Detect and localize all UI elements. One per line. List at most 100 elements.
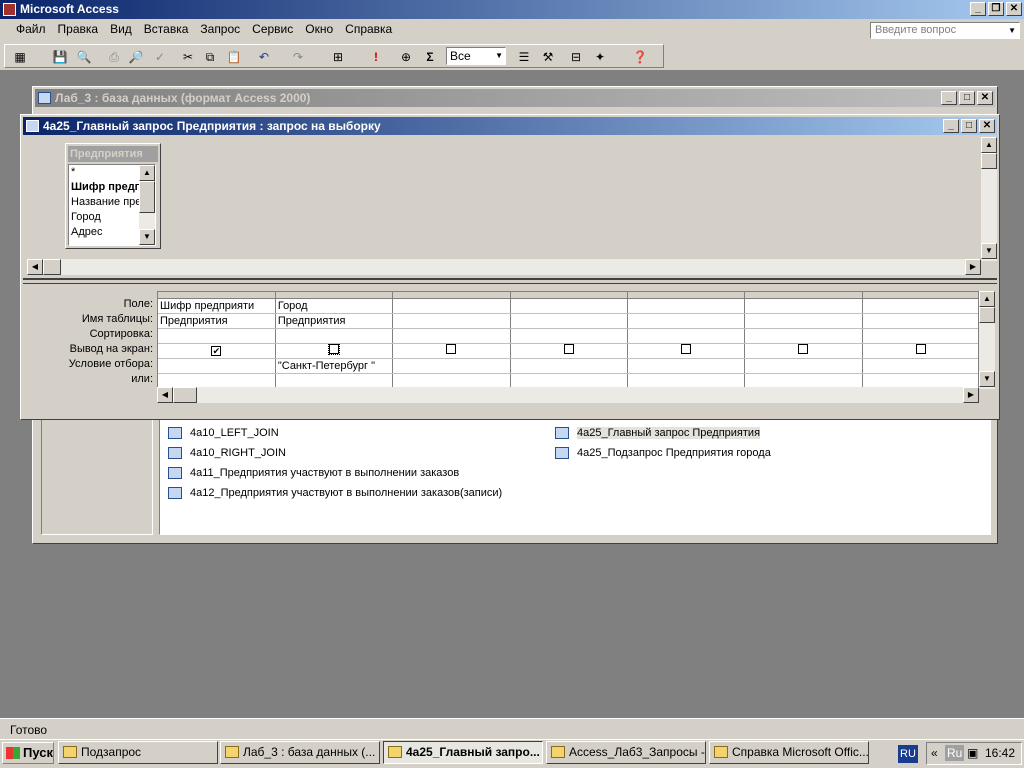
scroll-down-icon[interactable]: ▼ xyxy=(139,229,155,245)
show-checkbox[interactable] xyxy=(563,344,574,354)
grid-cell-field[interactable] xyxy=(744,298,863,314)
field-list-window[interactable]: Предприятия *Шифр предприятияНазвание пр… xyxy=(65,143,161,249)
tray-language[interactable]: Ru xyxy=(945,745,965,761)
grid-cell-criteria[interactable] xyxy=(862,358,978,374)
grid-cell-or[interactable] xyxy=(627,373,746,388)
list-item[interactable]: 4a11_Предприятия участвуют в выполнении … xyxy=(168,464,548,484)
chevron-down-icon[interactable]: ▼ xyxy=(495,48,503,64)
new-object-icon[interactable]: ✦ xyxy=(590,48,610,66)
list-item[interactable]: 4a10_LEFT_JOIN xyxy=(168,424,548,444)
grid-cell-criteria[interactable]: "Санкт-Петербург " xyxy=(275,358,394,374)
table-pane-vscroll[interactable]: ▲ ▼ xyxy=(981,137,997,261)
scroll-right-icon[interactable]: ▶ xyxy=(965,259,981,275)
grid-cell-sort[interactable] xyxy=(744,328,863,344)
restore-button[interactable]: ❐ xyxy=(988,2,1004,16)
menu-item[interactable]: Файл xyxy=(10,19,52,39)
scroll-thumb[interactable] xyxy=(173,387,197,403)
grid-cell-criteria[interactable] xyxy=(158,358,276,374)
database-window-icon[interactable]: ⊟ xyxy=(566,48,586,66)
grid-cell-or[interactable] xyxy=(275,373,394,388)
grid-cell-field[interactable] xyxy=(392,298,511,314)
scroll-left-icon[interactable]: ◀ xyxy=(27,259,43,275)
network-icon[interactable]: ▣ xyxy=(967,743,978,764)
close-button[interactable]: ✕ xyxy=(979,119,995,133)
undo-icon[interactable]: ↶ xyxy=(254,48,274,66)
show-checkbox[interactable] xyxy=(681,344,692,354)
grid-cell-criteria[interactable] xyxy=(392,358,511,374)
redo-icon[interactable]: ↷ xyxy=(288,48,308,66)
grid-cell-field[interactable] xyxy=(862,298,978,314)
properties-icon[interactable]: ☰ xyxy=(514,48,534,66)
field-list-item[interactable]: Название предприятия xyxy=(71,195,141,210)
menu-item[interactable]: Вид xyxy=(104,19,138,39)
scroll-left-icon[interactable]: ◀ xyxy=(157,387,173,403)
scroll-thumb[interactable] xyxy=(43,259,61,275)
grid-cell-or[interactable] xyxy=(158,373,276,388)
show-checkbox[interactable] xyxy=(798,344,809,354)
pane-splitter[interactable] xyxy=(23,278,997,284)
scroll-down-icon[interactable]: ▼ xyxy=(979,371,995,387)
spelling-icon[interactable]: ✓ xyxy=(150,48,170,66)
grid-cell-show[interactable] xyxy=(392,343,511,359)
scroll-up-icon[interactable]: ▲ xyxy=(981,137,997,153)
grid-cell-table[interactable]: Предприятия xyxy=(158,313,276,329)
help-icon[interactable]: ❓ xyxy=(630,48,650,66)
field-list-item[interactable]: Город xyxy=(71,210,141,225)
grid-cell-show[interactable] xyxy=(862,343,978,359)
menu-item[interactable]: Окно xyxy=(299,19,339,39)
top-values-select[interactable]: Все ▼ xyxy=(446,47,506,65)
scroll-up-icon[interactable]: ▲ xyxy=(139,165,155,181)
taskbar-button[interactable]: 4a25_Главный запро... xyxy=(383,741,543,764)
menu-item[interactable]: Запрос xyxy=(194,19,246,39)
grid-cell-sort[interactable] xyxy=(392,328,511,344)
grid-cell-show[interactable] xyxy=(275,343,394,359)
grid-cell-show[interactable] xyxy=(744,343,863,359)
grid-cell-sort[interactable] xyxy=(862,328,978,344)
table-pane-hscroll[interactable]: ◀ ▶ xyxy=(27,259,981,275)
print-icon[interactable]: ⎙ xyxy=(104,48,124,66)
start-button[interactable]: Пуск xyxy=(2,742,54,764)
grid-cell-table[interactable] xyxy=(510,313,628,329)
grid-cell-field[interactable] xyxy=(510,298,628,314)
scroll-thumb[interactable] xyxy=(139,181,155,213)
taskbar-button[interactable]: Лаб_3 : база данных (... xyxy=(220,741,380,764)
grid-cell-show[interactable] xyxy=(510,343,628,359)
scroll-right-icon[interactable]: ▶ xyxy=(963,387,979,403)
grid-cell-or[interactable] xyxy=(862,373,978,388)
print-preview-icon[interactable]: 🔎 xyxy=(126,48,146,66)
scroll-up-icon[interactable]: ▲ xyxy=(979,291,995,307)
minimize-button[interactable]: _ xyxy=(970,2,986,16)
totals-button[interactable]: Σ xyxy=(420,48,440,66)
grid-cell-sort[interactable] xyxy=(275,328,394,344)
maximize-button[interactable]: □ xyxy=(959,91,975,105)
grid-cell-criteria[interactable] xyxy=(744,358,863,374)
list-item[interactable]: 4a25_Подзапрос Предприятия города xyxy=(555,444,975,464)
show-checkbox[interactable] xyxy=(328,343,341,355)
grid-cell-sort[interactable] xyxy=(510,328,628,344)
grid-cell-sort[interactable] xyxy=(627,328,746,344)
cut-icon[interactable]: ✂ xyxy=(178,48,198,66)
run-button[interactable]: ! xyxy=(366,48,386,66)
language-indicator[interactable]: RU xyxy=(898,745,918,763)
grid-cell-table[interactable] xyxy=(862,313,978,329)
grid-cell-or[interactable] xyxy=(744,373,863,388)
grid-cell-field[interactable]: Город xyxy=(275,298,394,314)
scroll-down-icon[interactable]: ▼ xyxy=(981,243,997,259)
show-checkbox[interactable]: ✔ xyxy=(211,345,222,356)
list-item[interactable]: 4a10_RIGHT_JOIN xyxy=(168,444,548,464)
grid-hscroll[interactable]: ◀ ▶ xyxy=(157,387,979,403)
taskbar-button[interactable]: Подзапрос xyxy=(58,741,218,764)
show-checkbox[interactable] xyxy=(915,344,926,354)
tray-expand-icon[interactable]: « xyxy=(931,743,938,764)
close-button[interactable]: ✕ xyxy=(1006,2,1022,16)
grid-cell-sort[interactable] xyxy=(158,328,276,344)
list-item[interactable]: 4a12_Предприятия участвуют в выполнении … xyxy=(168,484,548,504)
paste-icon[interactable]: 📋 xyxy=(224,48,244,66)
show-table-icon[interactable]: ⊕ xyxy=(396,48,416,66)
field-list-item[interactable]: * xyxy=(71,165,141,180)
save-icon[interactable]: 💾 xyxy=(50,48,70,66)
grid-cell-show[interactable]: ✔ xyxy=(158,343,276,359)
grid-cell-show[interactable] xyxy=(627,343,746,359)
field-list-title[interactable]: Предприятия xyxy=(68,146,158,162)
query-type-icon[interactable]: ⊞ xyxy=(328,48,348,66)
